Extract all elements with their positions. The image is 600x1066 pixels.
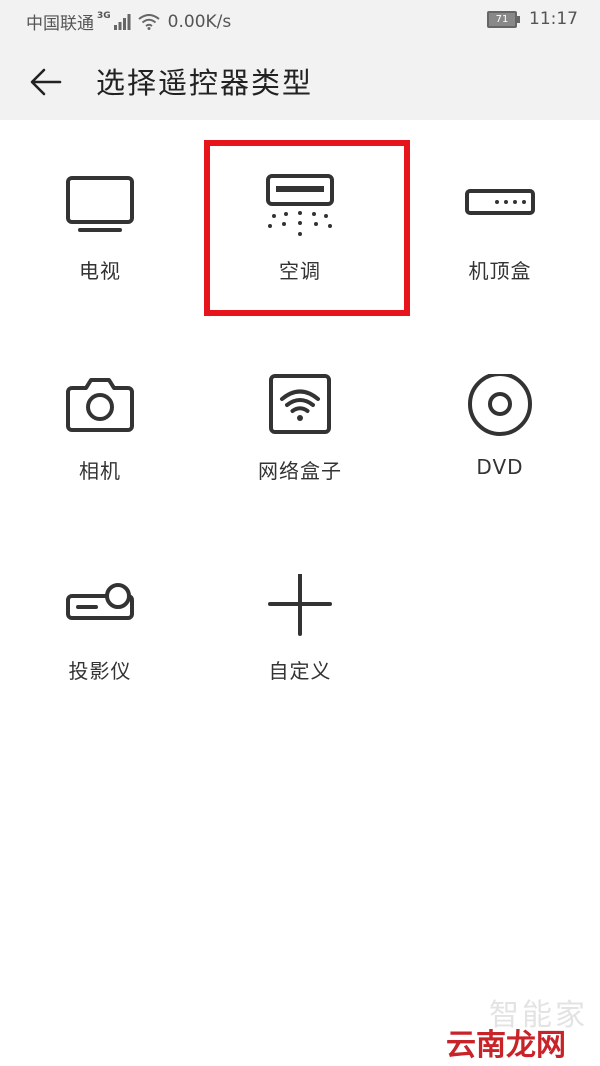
- device-tile-dvd[interactable]: DVD: [400, 340, 600, 540]
- device-label: DVD: [476, 455, 524, 479]
- app-header: 选择遥控器类型: [0, 40, 600, 120]
- carrier-label: 中国联通: [26, 14, 94, 34]
- wifi-icon: [138, 13, 160, 30]
- disc-icon: [468, 374, 532, 436]
- tv-icon: [66, 176, 134, 232]
- plus-icon: [268, 574, 332, 636]
- device-label: 机顶盒: [468, 259, 532, 283]
- page-title: 选择遥控器类型: [96, 66, 314, 100]
- arrow-left-icon: [30, 68, 62, 96]
- battery-icon: 71: [487, 10, 520, 28]
- status-bar: 中国联通 3G 0.00K/s 71 11:17: [0, 0, 600, 40]
- device-label: 相机: [79, 459, 121, 483]
- device-label: 网络盒子: [258, 459, 342, 483]
- status-left: 中国联通 3G 0.00K/s: [26, 9, 232, 35]
- device-label: 电视: [79, 259, 121, 283]
- projector-icon: [66, 583, 134, 620]
- clock: 11:17: [529, 9, 578, 29]
- device-tile-network-box[interactable]: 网络盒子: [200, 340, 400, 540]
- status-right: 71 11:17: [487, 9, 578, 29]
- watermark-logo: 云南龙网: [446, 1028, 566, 1063]
- network-box-icon: [269, 374, 331, 434]
- highlight-box: [204, 140, 410, 316]
- signal-icon: [113, 13, 131, 30]
- device-label: 自定义: [268, 659, 332, 683]
- device-tile-custom[interactable]: 自定义: [200, 540, 400, 740]
- device-tile-camera[interactable]: 相机: [0, 340, 200, 540]
- device-tile-projector[interactable]: 投影仪: [0, 540, 200, 740]
- set-top-box-icon: [465, 189, 535, 215]
- battery-level: 71: [495, 13, 509, 25]
- network-type: 3G: [97, 10, 111, 21]
- network-speed: 0.00K/s: [167, 11, 232, 32]
- device-tile-tv[interactable]: 电视: [0, 140, 200, 340]
- back-button[interactable]: [26, 62, 66, 102]
- device-label: 投影仪: [68, 659, 132, 683]
- device-tile-set-top-box[interactable]: 机顶盒: [400, 140, 600, 340]
- camera-icon: [66, 378, 134, 432]
